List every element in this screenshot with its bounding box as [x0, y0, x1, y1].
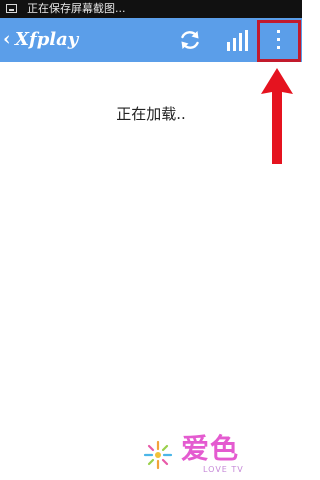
overflow-menu-button[interactable]	[257, 20, 301, 62]
overflow-menu-icon	[277, 30, 281, 54]
screenshot-notification-icon	[6, 4, 17, 13]
bar-chart-icon	[227, 30, 248, 51]
watermark-text: 爱色	[181, 432, 240, 465]
app-bar: ‹ Xfplay	[0, 18, 302, 62]
status-text: 正在保存屏幕截图...	[27, 2, 126, 15]
stats-button[interactable]	[225, 27, 251, 53]
watermark: 爱色 LOVE TV	[103, 428, 302, 480]
watermark-subtitle: LOVE TV	[203, 465, 244, 474]
flower-logo-icon	[143, 440, 173, 470]
refresh-icon	[181, 31, 199, 49]
up-arrow-icon	[261, 68, 293, 164]
status-bar: 正在保存屏幕截图...	[0, 0, 302, 18]
app-title: Xfplay	[15, 29, 79, 50]
back-button[interactable]: ‹ Xfplay	[0, 18, 92, 62]
refresh-button[interactable]	[177, 27, 203, 53]
back-chevron-icon: ‹	[3, 28, 11, 50]
